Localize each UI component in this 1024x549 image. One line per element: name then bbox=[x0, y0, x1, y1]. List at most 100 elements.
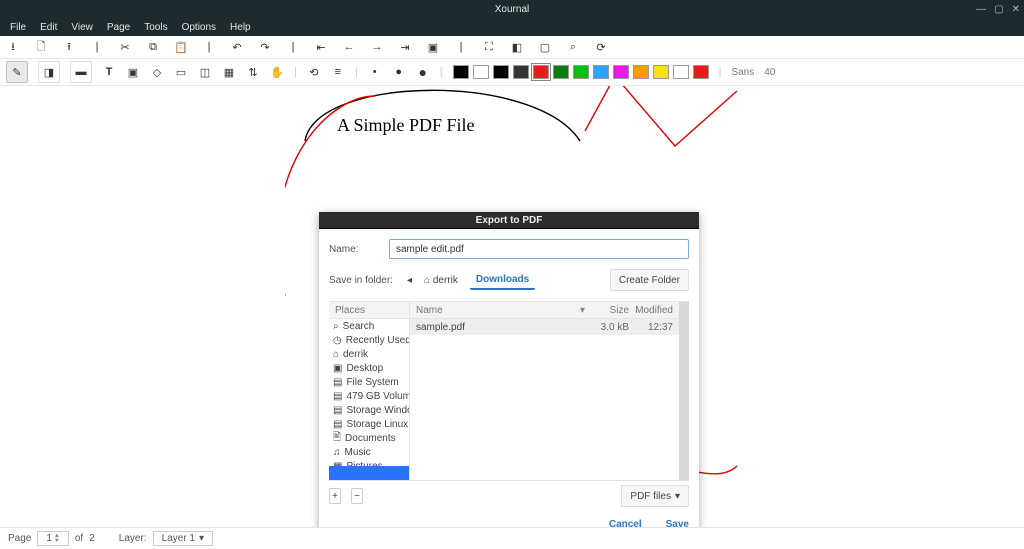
page-spinner[interactable]: ▲▼ bbox=[54, 534, 60, 544]
dialog-title: Export to PDF bbox=[319, 212, 699, 229]
place-icon: ▤ bbox=[333, 419, 342, 430]
thickness-thick-icon[interactable]: ● bbox=[416, 65, 430, 79]
highlighter-tool[interactable]: ▬ bbox=[70, 61, 92, 83]
file-list-header[interactable]: Name ▾ Size Modified bbox=[410, 302, 679, 319]
col-size[interactable]: Size bbox=[593, 305, 629, 316]
hand-tool[interactable]: ✋ bbox=[270, 65, 284, 79]
places-item[interactable]: ♫Music bbox=[329, 445, 409, 459]
places-add-button[interactable]: + bbox=[329, 488, 341, 504]
path-home[interactable]: ⌂ derrik bbox=[418, 272, 464, 289]
place-icon: ▤ bbox=[333, 405, 342, 416]
path-up-icon[interactable]: ◂ bbox=[407, 275, 412, 286]
new-icon[interactable]: 🗋 bbox=[34, 40, 48, 54]
undo-icon[interactable]: ↶ bbox=[230, 40, 244, 54]
col-modified[interactable]: Modified bbox=[629, 305, 673, 316]
file-size: 3.0 kB bbox=[593, 322, 629, 333]
places-header: Places bbox=[329, 302, 409, 319]
color-swatch[interactable] bbox=[553, 65, 569, 79]
color-swatch[interactable] bbox=[453, 65, 469, 79]
fit-page-icon[interactable]: ▢ bbox=[538, 40, 552, 54]
close-icon[interactable]: ✕ bbox=[1012, 4, 1020, 15]
places-item[interactable]: 🖹Documents bbox=[329, 431, 409, 445]
color-swatch[interactable] bbox=[633, 65, 649, 79]
color-swatch[interactable] bbox=[513, 65, 529, 79]
select-region-tool[interactable]: ▦ bbox=[222, 65, 236, 79]
paste-icon[interactable]: 📋 bbox=[174, 40, 188, 54]
redo-icon[interactable]: ↷ bbox=[258, 40, 272, 54]
next-page-icon[interactable]: → bbox=[370, 40, 384, 54]
ruler-tool[interactable]: ▭ bbox=[174, 65, 188, 79]
menu-tools[interactable]: Tools bbox=[144, 22, 167, 33]
places-item[interactable]: ⌂derrik bbox=[329, 347, 409, 361]
places-item[interactable]: ▤Storage Windows bbox=[329, 403, 409, 417]
pen-tool[interactable]: ✎ bbox=[6, 61, 28, 83]
menu-help[interactable]: Help bbox=[230, 22, 251, 33]
status-bar: Page 1 ▲▼ of 2 Layer: Layer 1▾ bbox=[0, 527, 1024, 549]
separator: | bbox=[90, 40, 104, 54]
open-icon[interactable]: ⭱ bbox=[62, 40, 76, 54]
menu-edit[interactable]: Edit bbox=[40, 22, 57, 33]
vspace-tool[interactable]: ⇅ bbox=[246, 65, 260, 79]
filetype-select[interactable]: PDF files ▾ bbox=[621, 485, 689, 507]
zoom-out-icon[interactable]: ▣ bbox=[426, 40, 440, 54]
color-swatch[interactable] bbox=[573, 65, 589, 79]
eraser-tool[interactable]: ◨ bbox=[38, 61, 60, 83]
shape-recognizer-icon[interactable]: ⟲ bbox=[307, 65, 321, 79]
line-style-icon[interactable]: ≡ bbox=[331, 65, 345, 79]
select-rect-tool[interactable]: ◫ bbox=[198, 65, 212, 79]
color-swatch[interactable] bbox=[693, 65, 709, 79]
places-item[interactable]: ◷Recently Used bbox=[329, 333, 409, 347]
shape-tool[interactable]: ◇ bbox=[150, 65, 164, 79]
first-page-icon[interactable]: ⇤ bbox=[314, 40, 328, 54]
menu-page[interactable]: Page bbox=[107, 22, 130, 33]
places-item[interactable]: ▤479 GB Volume bbox=[329, 389, 409, 403]
tool-toolbar: ✎ ◨ ▬ T ▣ ◇ ▭ ◫ ▦ ⇅ ✋ | ⟲ ≡ | • ● ● | | … bbox=[0, 59, 1024, 86]
zoom-reset-icon[interactable]: ⟳ bbox=[594, 40, 608, 54]
separator: | bbox=[294, 66, 297, 78]
places-item[interactable]: ▤File System bbox=[329, 375, 409, 389]
color-swatch[interactable] bbox=[473, 65, 489, 79]
places-item[interactable]: ▤Storage Linux bbox=[329, 417, 409, 431]
save-icon[interactable]: ⭳ bbox=[6, 40, 20, 54]
thickness-thin-icon[interactable]: • bbox=[368, 65, 382, 79]
color-swatch[interactable] bbox=[653, 65, 669, 79]
places-remove-button[interactable]: − bbox=[351, 488, 363, 504]
font-size[interactable]: 40 bbox=[764, 67, 775, 78]
cut-icon[interactable]: ✂ bbox=[118, 40, 132, 54]
menu-file[interactable]: File bbox=[10, 22, 26, 33]
fit-width-icon[interactable]: ◧ bbox=[510, 40, 524, 54]
filename-input[interactable]: sample edit.pdf bbox=[389, 239, 689, 259]
zoom-icon[interactable]: ⌕ bbox=[566, 40, 580, 54]
fullscreen-icon[interactable]: ⛶ bbox=[482, 40, 496, 54]
separator: | bbox=[202, 40, 216, 54]
last-page-icon[interactable]: ⇥ bbox=[398, 40, 412, 54]
places-item-selected[interactable] bbox=[329, 466, 409, 480]
page-number-input[interactable]: 1 ▲▼ bbox=[37, 531, 69, 546]
color-swatch[interactable] bbox=[493, 65, 509, 79]
create-folder-button[interactable]: Create Folder bbox=[610, 269, 689, 291]
page-total: 2 bbox=[89, 533, 95, 544]
color-swatch[interactable] bbox=[533, 65, 549, 79]
menu-options[interactable]: Options bbox=[182, 22, 216, 33]
places-item[interactable]: ⌕Search bbox=[329, 319, 409, 333]
menu-view[interactable]: View bbox=[71, 22, 93, 33]
minimize-icon[interactable]: — bbox=[976, 4, 986, 15]
color-swatch[interactable] bbox=[613, 65, 629, 79]
layer-select[interactable]: Layer 1▾ bbox=[153, 531, 213, 546]
places-item[interactable]: ▣Desktop bbox=[329, 361, 409, 375]
layer-label: Layer: bbox=[119, 533, 147, 544]
font-name[interactable]: Sans bbox=[731, 67, 754, 78]
thickness-med-icon[interactable]: ● bbox=[392, 65, 406, 79]
path-current[interactable]: Downloads bbox=[470, 271, 535, 290]
file-row[interactable]: sample.pdf 3.0 kB 12:37 bbox=[410, 319, 679, 335]
separator: | bbox=[355, 66, 358, 78]
col-name[interactable]: Name bbox=[416, 305, 580, 316]
scrollbar[interactable] bbox=[679, 302, 689, 480]
image-tool[interactable]: ▣ bbox=[126, 65, 140, 79]
prev-page-icon[interactable]: ← bbox=[342, 40, 356, 54]
color-swatch[interactable] bbox=[593, 65, 609, 79]
color-swatch[interactable] bbox=[673, 65, 689, 79]
copy-icon[interactable]: ⧉ bbox=[146, 40, 160, 54]
maximize-icon[interactable]: ▢ bbox=[994, 4, 1003, 15]
text-tool[interactable]: T bbox=[102, 65, 116, 79]
